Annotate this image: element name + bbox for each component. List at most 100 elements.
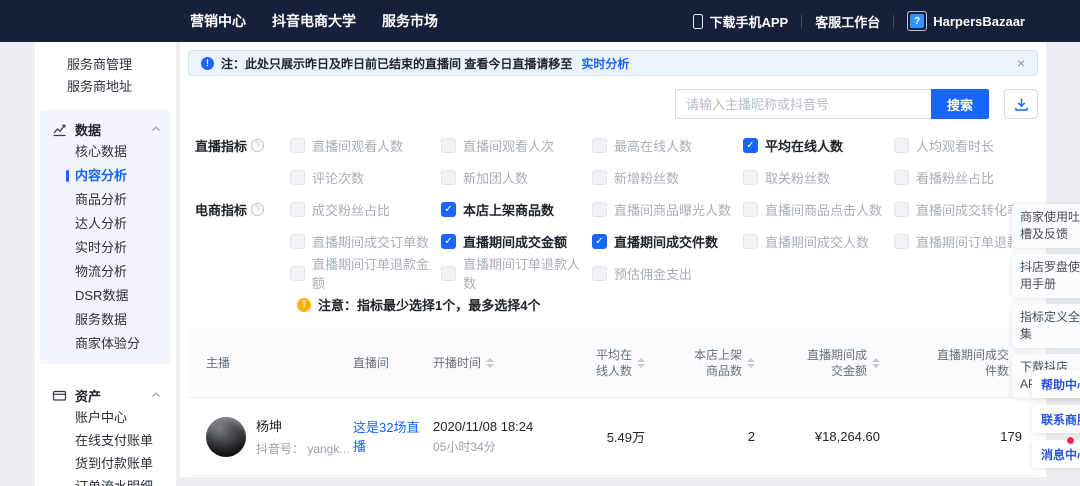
sidebar-section-assets-header[interactable]: 资产 bbox=[40, 384, 171, 406]
sidebar-item-logistics-analysis[interactable]: 物流分析 bbox=[40, 260, 171, 284]
metric-checkbox[interactable]: 成交粉丝占比 bbox=[290, 199, 441, 219]
metric-checkbox-gmv[interactable]: 直播期间成交金额 bbox=[441, 231, 592, 251]
metric-checkbox[interactable]: 直播期间成交人数 bbox=[743, 231, 894, 251]
chevron-up-icon bbox=[151, 391, 161, 399]
metric-checkbox[interactable]: 直播间商品点击人数 bbox=[743, 199, 894, 219]
sidebar-item-product-analysis[interactable]: 商品分析 bbox=[40, 188, 171, 212]
metric-checkbox[interactable]: 人均观看时长 bbox=[894, 135, 1045, 155]
search-row: 搜索 bbox=[188, 89, 1038, 119]
service-workbench-link[interactable]: 客服工作台 bbox=[815, 12, 880, 31]
checkbox-icon bbox=[592, 266, 607, 281]
sidebar-item-core-data[interactable]: 核心数据 bbox=[40, 140, 171, 164]
sidebar-section-assets-title: 资产 bbox=[75, 386, 101, 405]
live-metrics-group: 直播指标 ? 直播间观看人数 直播间观看人次 最高在线人数 平均在线人数 人均观… bbox=[195, 135, 1038, 187]
items-sold-cell: 179 bbox=[888, 429, 1038, 444]
sort-icon[interactable] bbox=[747, 358, 755, 368]
anchor-search-input[interactable] bbox=[675, 89, 931, 119]
sidebar-item-talent-analysis[interactable]: 达人分析 bbox=[40, 212, 171, 236]
metric-definitions-card[interactable]: 指标定义全集 bbox=[1012, 304, 1080, 348]
col-gmv[interactable]: 直播期间成交金额 bbox=[763, 347, 888, 379]
help-icon[interactable]: ? bbox=[251, 139, 264, 152]
nav-service-market[interactable]: 服务市场 bbox=[382, 0, 438, 42]
message-center-button[interactable]: 消息中心 bbox=[1032, 440, 1080, 468]
checkbox-icon bbox=[290, 234, 305, 249]
metric-checkbox[interactable]: 直播间观看人数 bbox=[290, 135, 441, 155]
sidebar-item-order-flow-detail[interactable]: 订单流水明细 bbox=[40, 475, 171, 486]
ecom-metrics-group: 电商指标 ? 成交粉丝占比 本店上架商品数 直播间商品曝光人数 直播间商品点击人… bbox=[195, 199, 1038, 283]
checkbox-icon bbox=[894, 202, 909, 217]
floating-quick-links: 帮助中心 联系商服 消息中心 bbox=[1032, 370, 1080, 468]
metric-checkbox[interactable]: 最高在线人数 bbox=[592, 135, 743, 155]
live-room-link[interactable]: 这是32场直播 bbox=[353, 418, 423, 456]
sidebar-section-data-header[interactable]: 数据 bbox=[40, 118, 171, 140]
sidebar-item-account-center[interactable]: 账户中心 bbox=[40, 406, 171, 429]
sort-icon[interactable] bbox=[486, 358, 494, 368]
col-avg-online[interactable]: 平均在线人数 bbox=[558, 347, 653, 379]
sort-icon[interactable] bbox=[872, 358, 880, 368]
sidebar-section-assets: 资产 账户中心 在线支付账单 货到付款账单 订单流水明细 bbox=[40, 376, 171, 486]
realtime-analysis-link[interactable]: 实时分析 bbox=[581, 55, 629, 72]
metric-checkbox[interactable]: 看播粉丝占比 bbox=[894, 167, 1045, 187]
metric-checkbox[interactable]: 直播间观看人次 bbox=[441, 135, 592, 155]
metric-checkbox[interactable]: 直播期间订单退款人数 bbox=[441, 263, 592, 283]
metric-checkbox[interactable]: 新增粉丝数 bbox=[592, 167, 743, 187]
shop-products-cell: 2 bbox=[653, 429, 763, 444]
warning-icon: ! bbox=[297, 298, 311, 312]
download-icon bbox=[1014, 97, 1029, 112]
checkbox-icon bbox=[592, 170, 607, 185]
chart-icon bbox=[52, 121, 68, 137]
sidebar-item-realtime-analysis[interactable]: 实时分析 bbox=[40, 236, 171, 260]
metric-checkbox[interactable]: 直播间商品曝光人数 bbox=[592, 199, 743, 219]
table-row: 杨坤 抖音号： yangk... 这是32场直播 2020/11/08 18:2… bbox=[188, 398, 1038, 476]
sidebar-item-cod-bill[interactable]: 货到付款账单 bbox=[40, 452, 171, 475]
feedback-card[interactable]: 商家使用吐槽及反馈 bbox=[1012, 204, 1080, 248]
sidebar-item-content-analysis[interactable]: 内容分析 bbox=[40, 164, 171, 188]
sidebar-item-dsr-data[interactable]: DSR数据 bbox=[40, 284, 171, 308]
help-icon[interactable]: ? bbox=[251, 203, 264, 216]
live-room-table: 主播 直播间 开播时间 平均在线人数 本店上架商品数 直播期间成交金额 直播期间… bbox=[188, 328, 1038, 476]
help-center-button[interactable]: 帮助中心 bbox=[1032, 370, 1080, 398]
metric-checkbox-shop-products[interactable]: 本店上架商品数 bbox=[441, 199, 592, 219]
metric-checkbox-items-sold[interactable]: 直播期间成交件数 bbox=[592, 231, 743, 251]
start-time-cell: 2020/11/08 18:24 05小时34分 bbox=[433, 419, 558, 455]
nav-ecommerce-academy[interactable]: 抖音电商大学 bbox=[272, 0, 356, 42]
checkbox-icon bbox=[441, 266, 456, 281]
sidebar-item-provider-management[interactable]: 服务商管理 bbox=[35, 54, 176, 76]
metric-checkbox[interactable]: 直播期间订单退款金额 bbox=[290, 263, 441, 283]
download-mobile-app-button[interactable]: 下载手机APP bbox=[693, 12, 788, 31]
col-start-time[interactable]: 开播时间 bbox=[433, 354, 558, 371]
sidebar-item-online-payment-bill[interactable]: 在线支付账单 bbox=[40, 429, 171, 452]
close-icon[interactable]: × bbox=[1017, 55, 1025, 71]
search-button[interactable]: 搜索 bbox=[931, 89, 989, 119]
metric-checkbox[interactable]: 预估佣金支出 bbox=[592, 263, 743, 283]
sidebar-item-service-data[interactable]: 服务数据 bbox=[40, 308, 171, 332]
contact-merchant-service-button[interactable]: 联系商服 bbox=[1032, 405, 1080, 433]
checkbox-icon bbox=[592, 202, 607, 217]
avg-online-cell: 5.49万 bbox=[558, 427, 653, 446]
sidebar-item-merchant-experience-score[interactable]: 商家体验分 bbox=[40, 332, 171, 356]
nav-menu: 营销中心 抖音电商大学 服务市场 bbox=[190, 0, 438, 42]
metric-checkbox[interactable]: 直播期间成交订单数 bbox=[290, 231, 441, 251]
user-account-menu[interactable]: ? HarpersBazaar bbox=[907, 11, 1025, 31]
checkbox-icon bbox=[743, 170, 758, 185]
metric-checkbox[interactable]: 新加团人数 bbox=[441, 167, 592, 187]
checkbox-checked-icon bbox=[592, 234, 607, 249]
sidebar-section-data: 数据 核心数据 内容分析 商品分析 达人分析 实时分析 物流分析 DSR数据 服… bbox=[40, 110, 171, 364]
metric-checkbox-avg-online[interactable]: 平均在线人数 bbox=[743, 135, 894, 155]
metric-checkbox[interactable]: 取关粉丝数 bbox=[743, 167, 894, 187]
nav-marketing-center[interactable]: 营销中心 bbox=[190, 0, 246, 42]
anchor-cell: 杨坤 抖音号： yangk... bbox=[188, 416, 353, 457]
sidebar-item-provider-address[interactable]: 服务商地址 bbox=[35, 76, 176, 98]
download-app-label: 下载手机APP bbox=[709, 12, 788, 31]
col-shop-products[interactable]: 本店上架商品数 bbox=[653, 347, 763, 379]
checkbox-checked-icon bbox=[441, 234, 456, 249]
metric-checkbox[interactable]: 评论次数 bbox=[290, 167, 441, 187]
download-report-button[interactable] bbox=[1004, 89, 1038, 119]
checkbox-icon bbox=[290, 266, 305, 281]
live-metrics-label: 直播指标 ? bbox=[195, 135, 290, 155]
compass-manual-card[interactable]: 抖店罗盘使用手册 bbox=[1012, 254, 1080, 298]
start-time: 2020/11/08 18:24 bbox=[433, 419, 533, 434]
main-content: ! 注：此处只展示昨日及昨日前已结束的直播间 查看今日直播请移至 实时分析 × … bbox=[180, 42, 1046, 477]
sort-icon[interactable] bbox=[637, 358, 645, 368]
checkbox-icon bbox=[290, 202, 305, 217]
